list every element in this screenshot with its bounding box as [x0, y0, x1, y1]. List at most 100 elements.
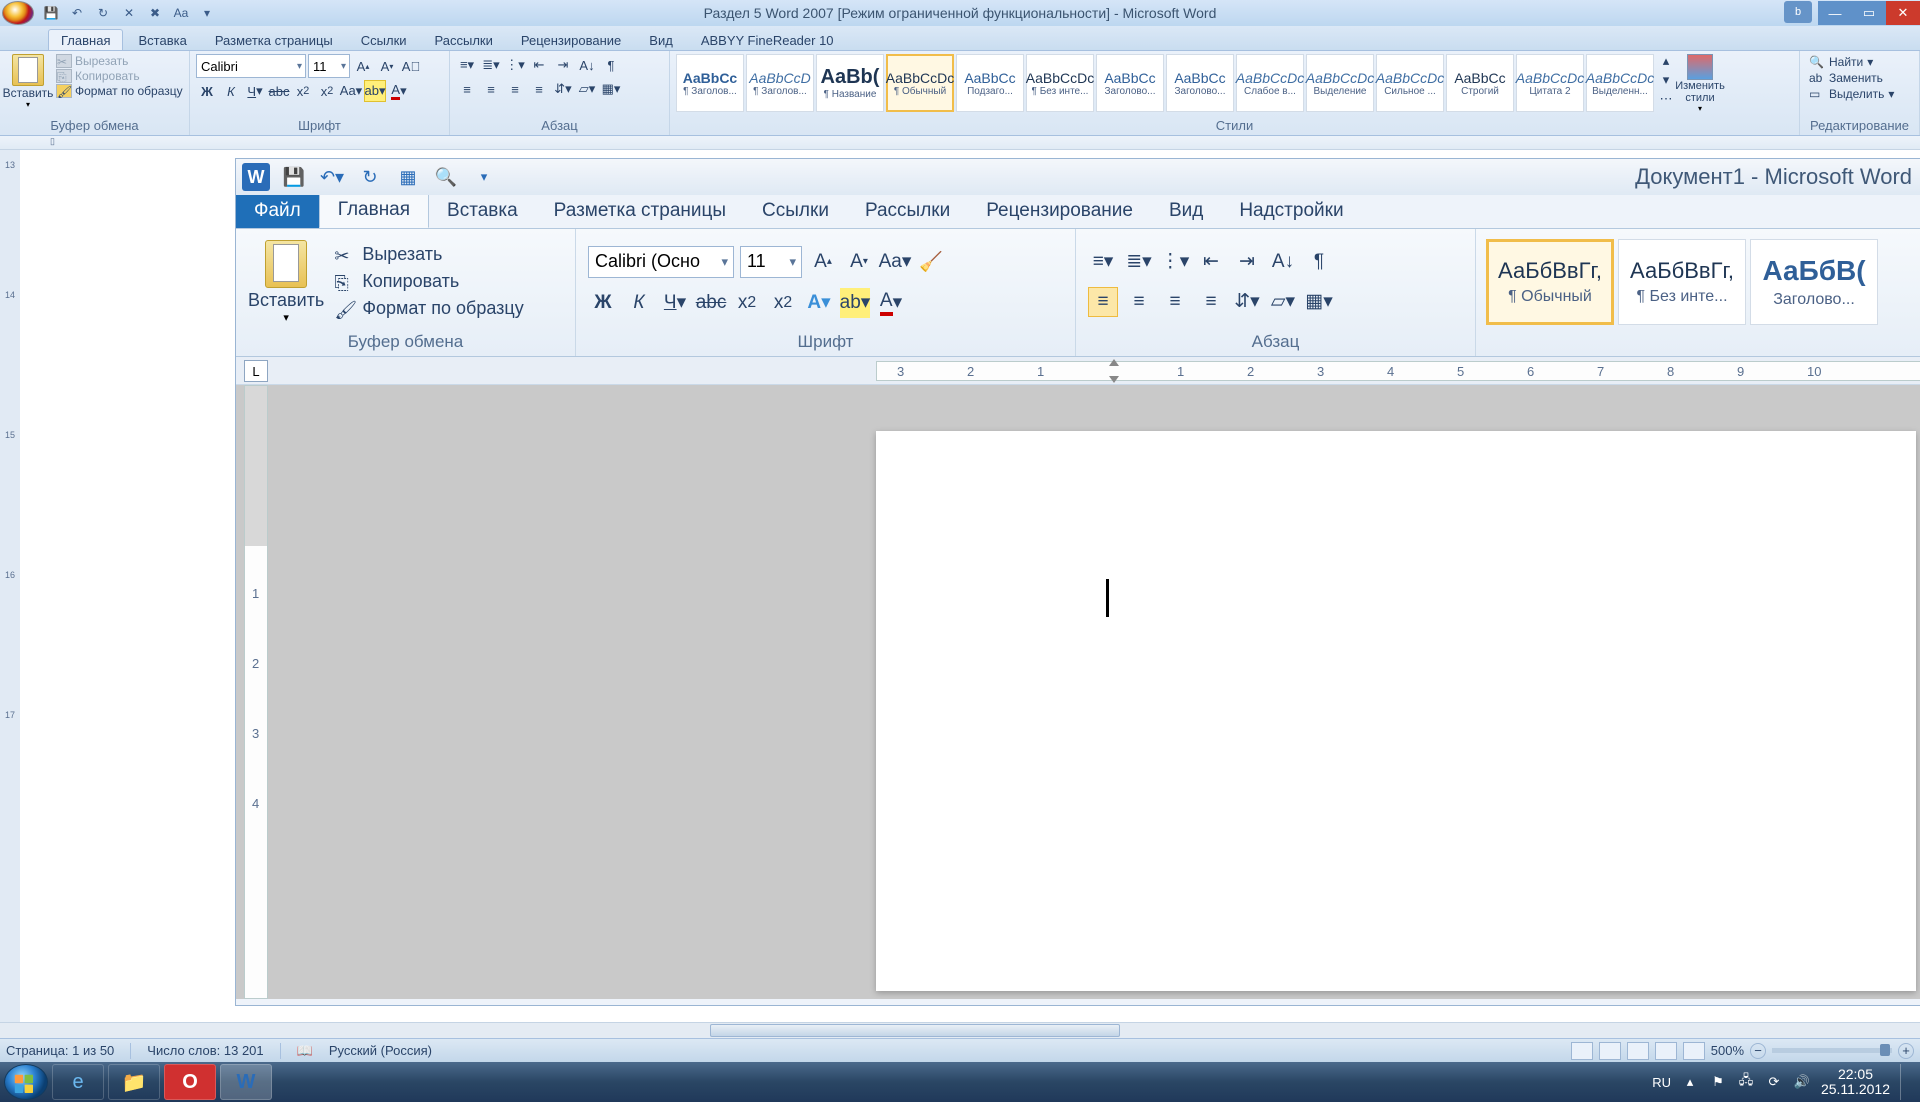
qat-redo-icon[interactable]: ↻ [92, 3, 114, 23]
clear-format-icon[interactable]: A⃠ [400, 55, 422, 77]
start-button[interactable] [4, 1064, 48, 1100]
shading-button[interactable]: ▱▾ [576, 78, 598, 100]
tray-show-hidden-icon[interactable]: ▴ [1681, 1073, 1699, 1091]
subscript-button[interactable]: x2 [292, 80, 314, 102]
tab-insert[interactable]: Вставка [125, 29, 199, 50]
status-page[interactable]: Страница: 1 из 50 [6, 1043, 114, 1058]
numbering-button[interactable]: ≣▾ [480, 54, 502, 76]
addon-button[interactable]: b [1784, 1, 1812, 23]
zoom-value[interactable]: 500% [1711, 1043, 1744, 1058]
style-option[interactable]: AaBbCcDcВыделенн... [1586, 54, 1654, 112]
align-right-button[interactable]: ≡ [504, 78, 526, 100]
font-size-combo[interactable]: 11 [308, 54, 350, 78]
taskbar-word-icon[interactable]: W [220, 1064, 272, 1100]
style-option[interactable]: AaBb(¶ Название [816, 54, 884, 112]
paste-button[interactable]: Вставить ▾ [4, 52, 52, 111]
gallery-up-icon[interactable]: ▴ [1658, 52, 1674, 70]
underline-button[interactable]: Ч▾ [244, 80, 266, 102]
tab-view[interactable]: Вид [636, 29, 686, 50]
style-option[interactable]: AaBbCcDc¶ Без инте... [1026, 54, 1094, 112]
horizontal-scrollbar[interactable] [0, 1022, 1920, 1038]
style-option[interactable]: AaBbCcЗаголово... [1096, 54, 1164, 112]
cut-button[interactable]: ✂Вырезать [54, 54, 185, 68]
zoom-in-button[interactable]: + [1898, 1043, 1914, 1059]
align-center-button[interactable]: ≡ [480, 78, 502, 100]
strike-button[interactable]: abc [268, 80, 290, 102]
style-option[interactable]: AaBbCcСтрогий [1446, 54, 1514, 112]
tab-references[interactable]: Ссылки [348, 29, 420, 50]
font-color-button[interactable]: A▾ [388, 80, 410, 102]
outer-horizontal-ruler[interactable]: ▯ [0, 136, 1920, 150]
view-print-layout[interactable] [1571, 1042, 1593, 1060]
style-option[interactable]: AaBbCcПодзаго... [956, 54, 1024, 112]
close-button[interactable]: ✕ [1886, 1, 1920, 25]
style-option[interactable]: AaBbCcDcЦитата 2 [1516, 54, 1584, 112]
decrease-indent-button[interactable]: ⇤ [528, 54, 550, 76]
style-option[interactable]: AaBbCcDc¶ Обычный [886, 54, 954, 112]
zoom-slider[interactable] [1772, 1048, 1892, 1053]
view-outline[interactable] [1655, 1042, 1677, 1060]
view-fullscreen[interactable] [1599, 1042, 1621, 1060]
office-button[interactable] [2, 1, 34, 25]
tab-abbyy[interactable]: ABBYY FineReader 10 [688, 29, 847, 50]
line-spacing-button[interactable]: ⇵▾ [552, 78, 574, 100]
qat-undo-icon[interactable]: ↶ [66, 3, 88, 23]
shrink-font-icon[interactable]: A▾ [376, 55, 398, 77]
view-web[interactable] [1627, 1042, 1649, 1060]
gallery-down-icon[interactable]: ▾ [1658, 71, 1674, 89]
change-styles-button[interactable]: Изменить стили ▾ [1676, 52, 1724, 115]
style-option[interactable]: AaBbCcDcСильное ... [1376, 54, 1444, 112]
tray-sync-icon[interactable]: ⟳ [1765, 1073, 1783, 1091]
tray-volume-icon[interactable]: 🔊 [1793, 1073, 1811, 1091]
superscript-button[interactable]: x2 [316, 80, 338, 102]
italic-button[interactable]: К [220, 80, 242, 102]
tray-clock[interactable]: 22:05 25.11.2012 [1821, 1067, 1890, 1098]
borders-button[interactable]: ▦▾ [600, 78, 622, 100]
format-painter-button[interactable]: 🖌Формат по образцу [54, 84, 185, 98]
qat-save-icon[interactable]: 💾 [40, 3, 62, 23]
style-option[interactable]: AaBbCcЗаголово... [1166, 54, 1234, 112]
show-marks-button[interactable]: ¶ [600, 54, 622, 76]
outer-vertical-ruler[interactable]: 1314151617 [0, 150, 20, 1022]
status-spellcheck-icon[interactable]: 📖 [297, 1043, 313, 1059]
minimize-button[interactable]: — [1818, 1, 1852, 25]
select-button[interactable]: ▭Выделить ▾ [1808, 86, 1895, 102]
taskbar-explorer-icon[interactable]: 📁 [108, 1064, 160, 1100]
taskbar-opera-icon[interactable]: O [164, 1064, 216, 1100]
style-option[interactable]: AaBbCcDcСлабое в... [1236, 54, 1304, 112]
tray-language[interactable]: RU [1652, 1075, 1671, 1090]
maximize-button[interactable]: ▭ [1852, 1, 1886, 25]
zoom-out-button[interactable]: − [1750, 1043, 1766, 1059]
show-desktop-button[interactable] [1900, 1064, 1910, 1100]
align-left-button[interactable]: ≡ [456, 78, 478, 100]
justify-button[interactable]: ≡ [528, 78, 550, 100]
replace-button[interactable]: abЗаменить [1808, 70, 1895, 86]
qat-more-icon[interactable]: ▾ [196, 3, 218, 23]
tab-mailings[interactable]: Рассылки [422, 29, 506, 50]
multilevel-button[interactable]: ⋮▾ [504, 54, 526, 76]
tab-review[interactable]: Рецензирование [508, 29, 634, 50]
qat-font-icon[interactable]: Aa [170, 3, 192, 23]
style-option[interactable]: AaBbCcD¶ Заголов... [746, 54, 814, 112]
grow-font-icon[interactable]: A▴ [352, 55, 374, 77]
tab-home[interactable]: Главная [48, 29, 123, 50]
status-words[interactable]: Число слов: 13 201 [147, 1043, 263, 1058]
style-option[interactable]: AaBbCc¶ Заголов... [676, 54, 744, 112]
increase-indent-button[interactable]: ⇥ [552, 54, 574, 76]
font-name-combo[interactable]: Calibri [196, 54, 306, 78]
tray-network-icon[interactable]: 🖧 [1737, 1073, 1755, 1091]
status-language[interactable]: Русский (Россия) [329, 1043, 432, 1058]
tray-flag-icon[interactable]: ⚑ [1709, 1073, 1727, 1091]
scrollbar-thumb[interactable] [710, 1024, 1120, 1037]
taskbar-ie-icon[interactable]: e [52, 1064, 104, 1100]
bullets-button[interactable]: ≡▾ [456, 54, 478, 76]
bold-button[interactable]: Ж [196, 80, 218, 102]
tab-pagelayout[interactable]: Разметка страницы [202, 29, 346, 50]
find-button[interactable]: 🔍Найти ▾ [1808, 54, 1895, 70]
gallery-more-icon[interactable]: ⋯ [1658, 90, 1674, 108]
sort-button[interactable]: A↓ [576, 54, 598, 76]
style-option[interactable]: AaBbCcDcВыделение [1306, 54, 1374, 112]
copy-button[interactable]: ⎘Копировать [54, 69, 185, 83]
highlight-button[interactable]: ab▾ [364, 80, 386, 102]
change-case-button[interactable]: Aa▾ [340, 80, 362, 102]
